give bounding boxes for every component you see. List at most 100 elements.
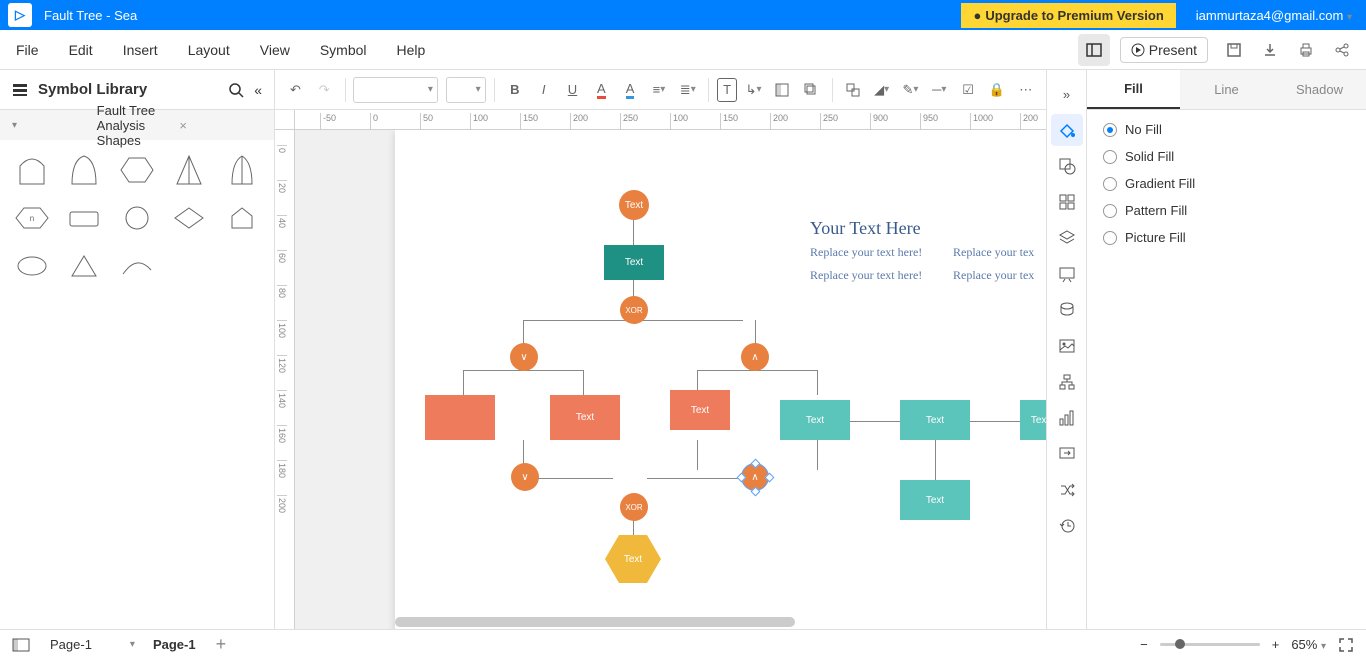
present-button[interactable]: Present <box>1120 37 1208 63</box>
fullscreen-button[interactable] <box>1338 637 1354 653</box>
print-icon[interactable] <box>1290 34 1322 66</box>
connector[interactable] <box>755 320 756 345</box>
highlight-button[interactable]: A <box>618 75 643 105</box>
shape-rect[interactable] <box>62 198 106 238</box>
menu-layout[interactable]: Layout <box>188 42 230 58</box>
grid-tool-icon[interactable] <box>1051 186 1083 218</box>
upgrade-button[interactable]: ●Upgrade to Premium Version <box>961 3 1175 28</box>
add-page-button[interactable]: + <box>216 634 227 655</box>
node-or-left[interactable]: ∨ <box>510 343 538 371</box>
shuffle-tool-icon[interactable] <box>1051 474 1083 506</box>
shape-circle[interactable] <box>115 198 159 238</box>
panel-toggle-icon[interactable] <box>12 638 30 652</box>
shape-tool-icon[interactable] <box>1051 150 1083 182</box>
fill-option-none[interactable]: No Fill <box>1103 122 1350 137</box>
fill-option-solid[interactable]: Solid Fill <box>1103 149 1350 164</box>
connector[interactable] <box>583 370 584 395</box>
placeholder-text-2a[interactable]: Replace your text here! <box>810 268 922 283</box>
placeholder-text-2b[interactable]: Replace your tex <box>953 268 1034 283</box>
shape-arc[interactable] <box>115 246 159 286</box>
menu-insert[interactable]: Insert <box>123 42 158 58</box>
align-v-button[interactable]: ≣▾ <box>675 75 700 105</box>
menu-view[interactable]: View <box>260 42 290 58</box>
zoom-out-button[interactable]: − <box>1140 637 1148 652</box>
zoom-in-button[interactable]: + <box>1272 637 1280 652</box>
connector[interactable] <box>963 421 1023 422</box>
node-hexagon[interactable]: Text <box>605 535 661 583</box>
node-rect-6[interactable]: Text <box>900 480 970 520</box>
zoom-level[interactable]: 65% ▾ <box>1291 637 1326 652</box>
placeholder-text-1a[interactable]: Replace your text here! <box>810 245 922 260</box>
italic-button[interactable]: I <box>531 75 556 105</box>
heading-text[interactable]: Your Text Here <box>810 218 921 239</box>
connector[interactable] <box>843 421 903 422</box>
container-button[interactable] <box>770 75 795 105</box>
menu-file[interactable]: File <box>16 42 39 58</box>
undo-button[interactable]: ↶ <box>283 75 308 105</box>
menu-help[interactable]: Help <box>397 42 426 58</box>
shape-ellipse[interactable] <box>10 246 54 286</box>
tab-shadow[interactable]: Shadow <box>1273 70 1366 109</box>
fill-option-picture[interactable]: Picture Fill <box>1103 230 1350 245</box>
fill-color-button[interactable]: ◢▾ <box>869 75 894 105</box>
horizontal-scrollbar[interactable] <box>395 617 795 627</box>
connector[interactable] <box>817 370 818 395</box>
expand-panel-icon[interactable]: » <box>1051 78 1083 110</box>
align-h-button[interactable]: ≡▾ <box>647 75 672 105</box>
node-top-rect[interactable]: Text <box>604 245 664 280</box>
app-logo[interactable]: ▷ <box>8 3 32 27</box>
shape-house[interactable] <box>220 198 264 238</box>
drawing-page[interactable]: Text Text XOR ∨ ∧ Text Text Text Text Te… <box>395 130 1046 629</box>
more-button[interactable]: ⋯ <box>1013 75 1038 105</box>
node-xor1[interactable]: XOR <box>620 296 648 324</box>
font-color-button[interactable]: A <box>589 75 614 105</box>
shape-n-gate[interactable]: n <box>10 198 54 238</box>
fill-option-pattern[interactable]: Pattern Fill <box>1103 203 1350 218</box>
node-top-circle[interactable]: Text <box>619 190 649 220</box>
image-tool-icon[interactable] <box>1051 330 1083 362</box>
zoom-slider[interactable] <box>1160 643 1260 646</box>
node-rect-5[interactable]: Text <box>1020 400 1046 440</box>
font-family-select[interactable]: ▾ <box>353 77 437 103</box>
tab-fill[interactable]: Fill <box>1087 70 1180 109</box>
node-rect-3[interactable]: Text <box>780 400 850 440</box>
node-and-right[interactable]: ∧ <box>741 343 769 371</box>
shape-diamond[interactable] <box>167 198 211 238</box>
node-or-bot[interactable]: ∨ <box>511 463 539 491</box>
collapse-icon[interactable]: « <box>254 82 262 98</box>
shape-undeveloped[interactable] <box>62 150 106 190</box>
download-icon[interactable] <box>1254 34 1286 66</box>
save-icon[interactable] <box>1218 34 1250 66</box>
node-xor2[interactable]: XOR <box>620 493 648 521</box>
menu-symbol[interactable]: Symbol <box>320 42 367 58</box>
share-icon[interactable] <box>1326 34 1358 66</box>
user-menu[interactable]: iammurtaza4@gmail.com ▾ <box>1196 8 1352 23</box>
placeholder-text-1b[interactable]: Replace your tex <box>953 245 1034 260</box>
fill-option-gradient[interactable]: Gradient Fill <box>1103 176 1350 191</box>
node-rect-2[interactable]: Text <box>670 390 730 430</box>
shape-basic-event[interactable] <box>10 150 54 190</box>
connector[interactable] <box>697 440 698 470</box>
font-size-select[interactable]: ▾ <box>446 77 486 103</box>
canvas[interactable]: -500501001502002501001502002509009501000… <box>275 110 1046 629</box>
lock-button[interactable]: 🔒 <box>985 75 1010 105</box>
history-tool-icon[interactable] <box>1051 510 1083 542</box>
focus-mode-icon[interactable] <box>1078 34 1110 66</box>
text-tool-button[interactable]: T <box>717 78 737 102</box>
connector[interactable] <box>463 370 464 395</box>
node-rect-4[interactable]: Text <box>900 400 970 440</box>
data-tool-icon[interactable] <box>1051 294 1083 326</box>
shape-category-header[interactable]: ▾Fault Tree Analysis Shapes× <box>0 110 274 140</box>
group-button[interactable] <box>840 75 865 105</box>
bold-button[interactable]: B <box>502 75 527 105</box>
underline-button[interactable]: U <box>560 75 585 105</box>
search-icon[interactable] <box>228 82 244 98</box>
checkbox-button[interactable]: ☑ <box>956 75 981 105</box>
chart-tool-icon[interactable] <box>1051 402 1083 434</box>
shape-triangle-out[interactable] <box>220 150 264 190</box>
line-style-button[interactable]: ─▾ <box>927 75 952 105</box>
shape-triangle[interactable] <box>62 246 106 286</box>
redo-button[interactable]: ↷ <box>312 75 337 105</box>
tree-tool-icon[interactable] <box>1051 366 1083 398</box>
connector[interactable] <box>817 440 818 470</box>
